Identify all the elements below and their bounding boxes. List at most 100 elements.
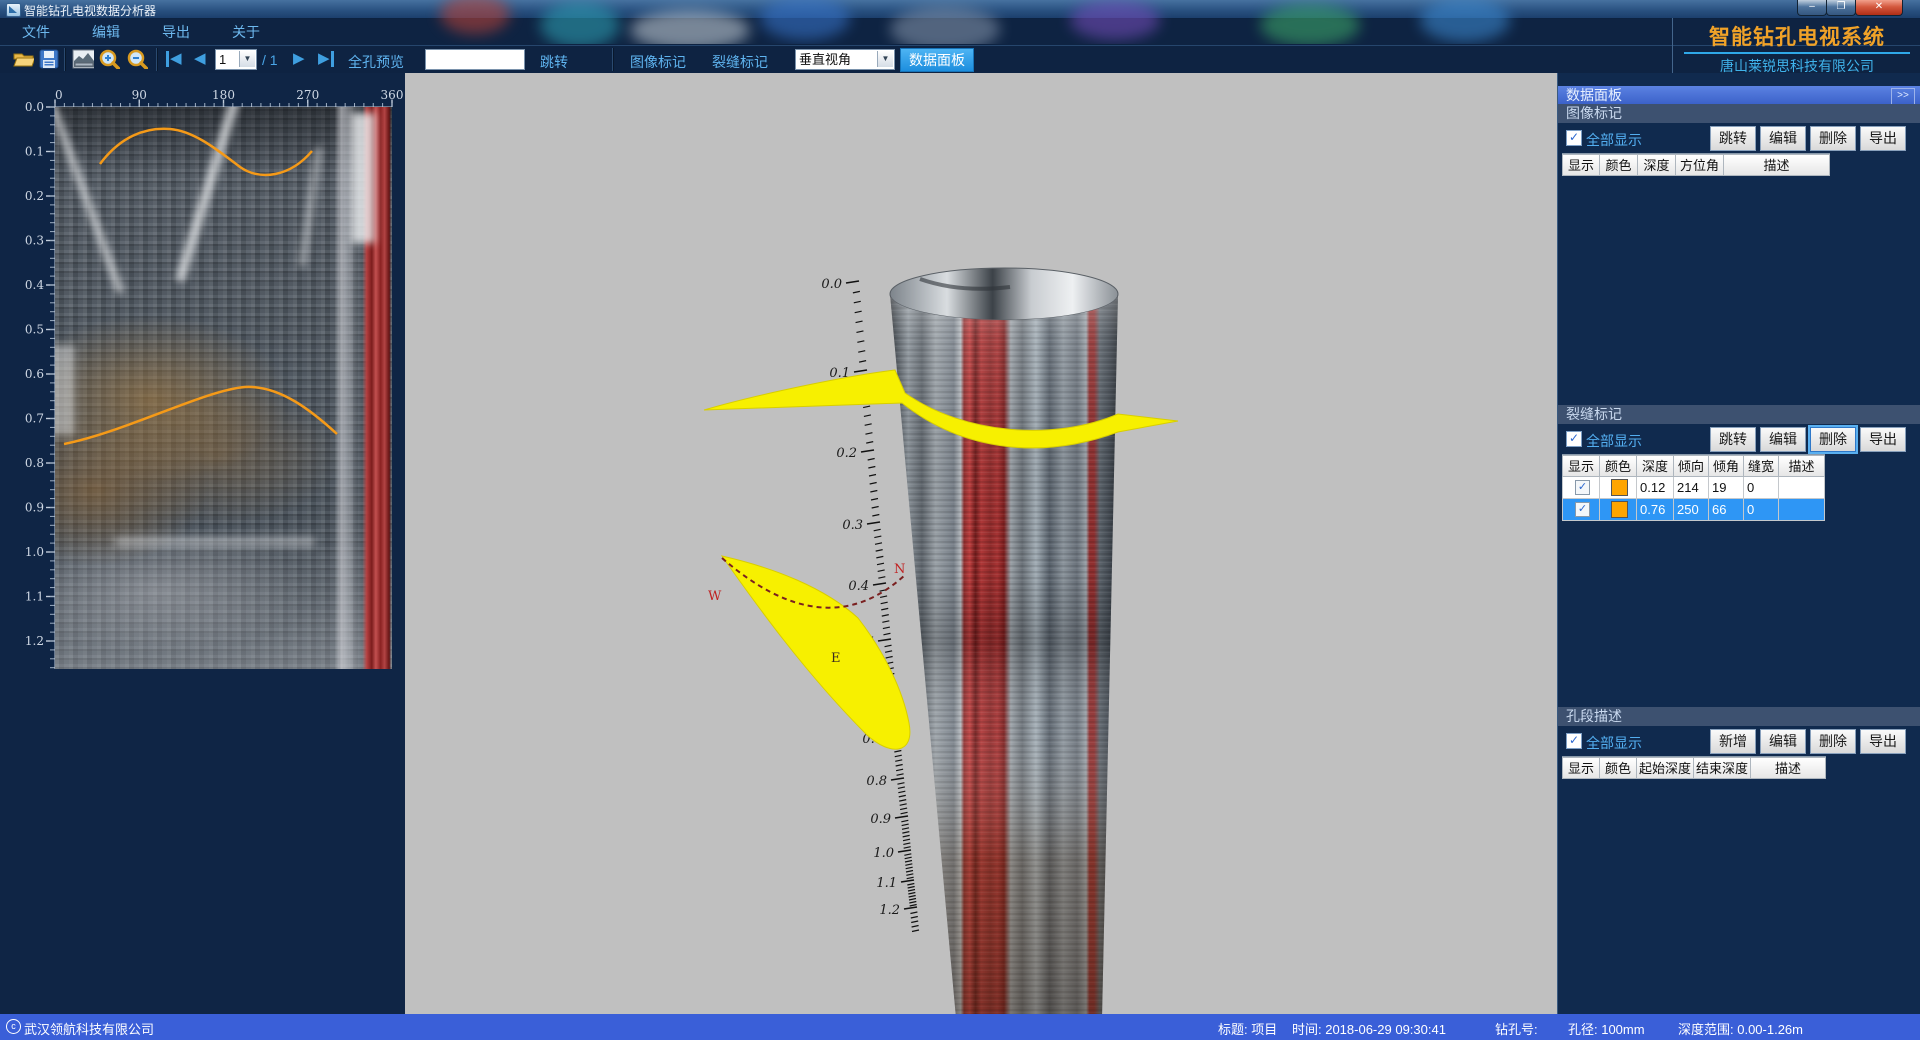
data-panel-toggle-button[interactable]: 数据面板 xyxy=(900,48,974,72)
next-page-button[interactable]: ▶ xyxy=(293,51,305,67)
column-header[interactable]: 深度 xyxy=(1638,154,1676,176)
depth-tick-label: 1.0 xyxy=(25,545,44,559)
column-header[interactable]: 显示 xyxy=(1562,154,1600,176)
page-number-input[interactable]: 1▼ xyxy=(215,49,257,70)
column-header[interactable]: 描述 xyxy=(1751,757,1826,779)
fracture-sinusoid-lower[interactable] xyxy=(64,387,337,444)
depth-tick-label: 0.4 xyxy=(25,278,44,292)
section-button-删除[interactable]: 删除 xyxy=(1810,729,1856,754)
full-hole-preview-button[interactable]: 全孔预览 xyxy=(348,52,404,72)
cell-color xyxy=(1600,499,1637,521)
depth-tick-label: 0.9 xyxy=(25,501,44,515)
cell-color xyxy=(1600,477,1637,499)
section-button-跳转[interactable]: 跳转 xyxy=(1710,126,1756,151)
section-controls-image_marks: ✓全部显示跳转编辑删除导出 xyxy=(1558,124,1920,152)
status-bar: c 武汉领航科技有限公司 标题: 项目 时间: 2018-06-29 09:30… xyxy=(0,1014,1920,1040)
compass-west-label: W xyxy=(708,589,722,604)
menu-item-3[interactable]: 导出 xyxy=(162,22,190,42)
column-header[interactable]: 缝宽 xyxy=(1744,455,1779,477)
brand-box: 智能钻孔电视系统 唐山莱锐思科技有限公司 xyxy=(1672,18,1920,73)
image-mark-button[interactable]: 图像标记 xyxy=(630,52,686,72)
close-button[interactable]: ✕ xyxy=(1855,0,1903,16)
last-page-button[interactable]: ▶ xyxy=(318,51,334,67)
statusbar-depth-range: 深度范围: 0.00-1.26m xyxy=(1678,1019,1803,1038)
jump-depth-input[interactable] xyxy=(425,49,525,70)
statusbar-title: 标题: 项目 xyxy=(1218,1019,1277,1038)
jump-button[interactable]: 跳转 xyxy=(540,52,568,72)
show-all-checkbox[interactable]: ✓ xyxy=(1566,431,1582,447)
row-visible-checkbox[interactable]: ✓ xyxy=(1575,480,1590,495)
view-angle-select[interactable]: 垂直视角▼ xyxy=(795,49,895,70)
column-header[interactable]: 结束深度 xyxy=(1694,757,1751,779)
section-button-编辑[interactable]: 编辑 xyxy=(1760,729,1806,754)
column-header[interactable]: 方位角 xyxy=(1676,154,1724,176)
section-button-跳转[interactable]: 跳转 xyxy=(1710,427,1756,452)
column-header[interactable]: 颜色 xyxy=(1600,757,1637,779)
save-icon[interactable] xyxy=(38,49,60,69)
menu-item-2[interactable]: 编辑 xyxy=(92,22,120,42)
menu-item-1[interactable]: 文件 xyxy=(22,22,50,42)
column-header[interactable]: 显示 xyxy=(1562,455,1600,477)
cylinder-depth-label: 1.1 xyxy=(876,876,897,891)
fracture-mark-button[interactable]: 裂缝标记 xyxy=(712,52,768,72)
table-row[interactable]: ✓0.12214190 xyxy=(1562,477,1825,499)
open-file-icon[interactable] xyxy=(12,49,34,69)
title-bar[interactable] xyxy=(0,0,1920,19)
statusbar-company: 武汉领航科技有限公司 xyxy=(24,1019,154,1038)
table-row[interactable]: ✓0.76250660 xyxy=(1562,499,1825,521)
application-window: 智能钻孔电视数据分析器 – ❐ ✕ 文件编辑导出关于 xyxy=(0,0,1920,1040)
section-controls-segments: ✓全部显示新增编辑删除导出 xyxy=(1558,727,1920,755)
image-adjust-icon[interactable] xyxy=(72,49,94,69)
depth-tick-label: 0.0 xyxy=(25,100,44,114)
column-header[interactable]: 描述 xyxy=(1779,455,1825,477)
borehole-3d-view[interactable]: 0.00.10.20.30.40.50.60.70.80.91.01.11.2 … xyxy=(405,73,1557,1014)
fracture-disc-lower[interactable] xyxy=(722,556,910,749)
column-header[interactable]: 倾向 xyxy=(1674,455,1709,477)
statusbar-diameter: 孔径: 100mm xyxy=(1568,1019,1645,1038)
menu-item-4[interactable]: 关于 xyxy=(232,22,260,42)
row-color-swatch[interactable] xyxy=(1611,479,1628,496)
view-select-arrow[interactable]: ▼ xyxy=(877,51,893,67)
column-header[interactable]: 起始深度 xyxy=(1637,757,1694,779)
column-header[interactable]: 倾角 xyxy=(1709,455,1744,477)
maximize-button[interactable]: ❐ xyxy=(1826,0,1856,16)
column-header[interactable]: 显示 xyxy=(1562,757,1600,779)
show-all-checkbox[interactable]: ✓ xyxy=(1566,130,1582,146)
cylinder-depth-label: 0.0 xyxy=(821,277,842,292)
fracture-sinusoid-upper[interactable] xyxy=(100,129,312,175)
data-panel-header[interactable]: 数据面板 >> xyxy=(1558,86,1920,105)
minimize-button[interactable]: – xyxy=(1797,0,1827,16)
fracture-curves-overlay xyxy=(55,107,392,669)
zoom-in-icon[interactable] xyxy=(98,49,120,69)
toolbar: ◀ ◀ 1▼ / 1 ▶ ▶ 全孔预览 跳转 图像标记 裂缝标记 垂直视角▼ 数… xyxy=(0,45,1920,75)
cylinder-depth-label: 0.8 xyxy=(866,774,887,789)
section-button-导出[interactable]: 导出 xyxy=(1860,427,1906,452)
cell-value: 0 xyxy=(1744,499,1779,521)
row-visible-checkbox[interactable]: ✓ xyxy=(1575,502,1590,517)
cylinder-depth-label: 0.9 xyxy=(870,812,891,827)
toolbar-separator xyxy=(64,48,66,71)
section-button-删除[interactable]: 删除 xyxy=(1810,427,1856,452)
first-page-button[interactable]: ◀ xyxy=(166,51,182,67)
collapse-panel-button[interactable]: >> xyxy=(1891,88,1915,105)
column-header[interactable]: 深度 xyxy=(1637,455,1674,477)
zoom-out-icon[interactable] xyxy=(126,49,148,69)
section-button-编辑[interactable]: 编辑 xyxy=(1760,427,1806,452)
depth-tick-label: 0.1 xyxy=(25,145,44,159)
column-header[interactable]: 颜色 xyxy=(1600,154,1638,176)
cell-value: 250 xyxy=(1674,499,1709,521)
prev-page-button[interactable]: ◀ xyxy=(194,51,206,67)
cell-value: 0 xyxy=(1744,477,1779,499)
section-button-编辑[interactable]: 编辑 xyxy=(1760,126,1806,151)
column-header[interactable]: 颜色 xyxy=(1600,455,1637,477)
section-button-删除[interactable]: 删除 xyxy=(1810,126,1856,151)
depth-tick-label: 0.8 xyxy=(25,456,44,470)
show-all-checkbox[interactable]: ✓ xyxy=(1566,733,1582,749)
section-button-导出[interactable]: 导出 xyxy=(1860,126,1906,151)
section-button-导出[interactable]: 导出 xyxy=(1860,729,1906,754)
section-button-新增[interactable]: 新增 xyxy=(1710,729,1756,754)
row-color-swatch[interactable] xyxy=(1611,501,1628,518)
toolbar-separator xyxy=(612,48,614,71)
page-dropdown-arrow[interactable]: ▼ xyxy=(239,51,255,67)
column-header[interactable]: 描述 xyxy=(1724,154,1830,176)
